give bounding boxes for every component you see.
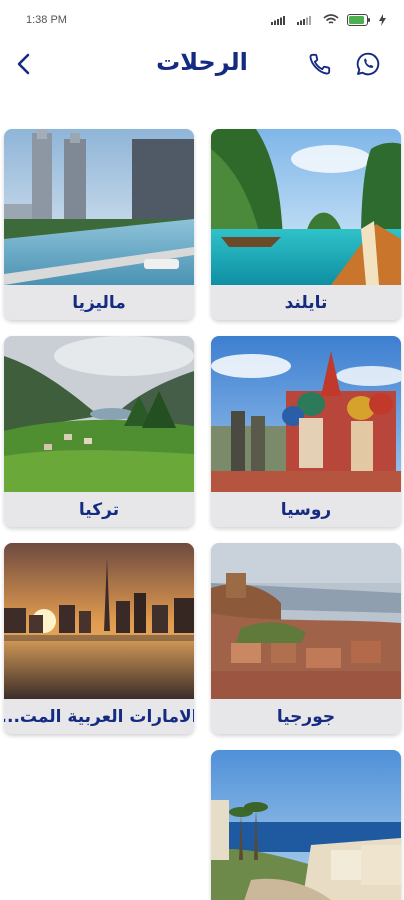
destination-card-georgia[interactable]: جورجيا	[211, 543, 401, 734]
destination-name: الامارات العربية المت...	[4, 706, 194, 727]
destination-image-georgia	[211, 543, 401, 699]
destination-name: تايلند	[284, 292, 328, 313]
destination-name: ماليزيا	[72, 292, 126, 313]
wifi-icon	[323, 14, 339, 24]
status-icons	[271, 14, 386, 26]
battery-icon	[347, 14, 370, 26]
phone-icon	[309, 53, 331, 75]
status-time: 1:38 PM	[26, 14, 67, 26]
destination-image-uae	[4, 543, 194, 699]
destination-name: جورجيا	[276, 706, 336, 727]
destination-name: تركيا	[78, 499, 120, 520]
destination-name: روسيا	[280, 499, 332, 520]
destination-image-malaysia	[4, 129, 194, 285]
destination-card-egypt[interactable]	[211, 750, 401, 900]
phone-button[interactable]	[302, 48, 338, 80]
destination-card-uae[interactable]: الامارات العربية المت...	[4, 543, 194, 734]
status-bar: 1:38 PM	[0, 0, 404, 40]
signal-icon	[271, 16, 285, 25]
destination-image-turkey	[4, 336, 194, 492]
destination-card-turkey[interactable]: تركيا	[4, 336, 194, 527]
destination-image-thailand	[211, 129, 401, 285]
destination-card-malaysia[interactable]: ماليزيا	[4, 129, 194, 320]
page-title: الرحلات	[156, 48, 248, 76]
destination-image-russia	[211, 336, 401, 492]
whatsapp-button[interactable]	[350, 48, 386, 80]
whatsapp-icon	[356, 52, 380, 76]
app-bar: الرحلات	[0, 40, 404, 92]
destination-card-russia[interactable]: روسيا	[211, 336, 401, 527]
charging-icon	[379, 14, 386, 26]
destination-card-thailand[interactable]: تايلند	[211, 129, 401, 320]
signal-icon-2	[297, 16, 311, 25]
destination-image-egypt	[211, 750, 401, 900]
